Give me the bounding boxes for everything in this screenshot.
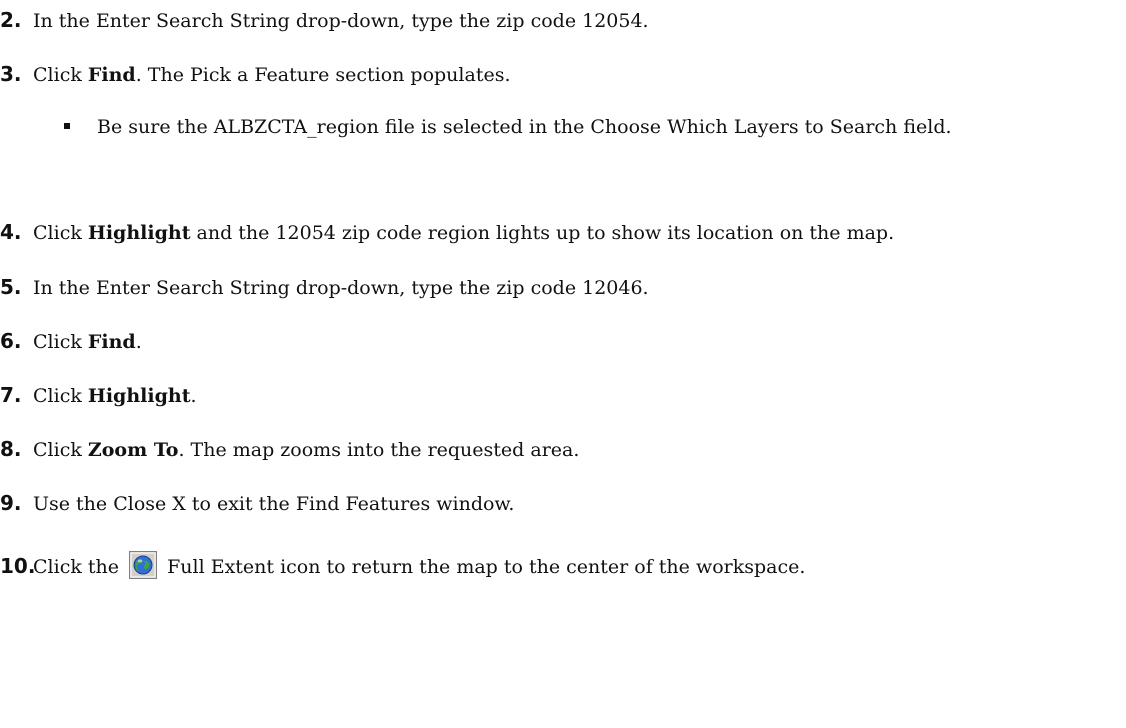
- step-text-pre: Click: [33, 439, 88, 461]
- step-bold-term: Highlight: [87, 385, 191, 407]
- step-text-pre: Click: [33, 64, 88, 86]
- bullet-mark: [64, 123, 70, 129]
- step-text-pre: Click the: [33, 556, 126, 578]
- instruction-page: 2. In the Enter Search String drop-down, …: [0, 0, 1126, 728]
- step-9: 9. Use the Close X to exit the Find Featu…: [0, 490, 1100, 517]
- step-2: 2. In the Enter Search String drop-down, …: [0, 7, 1100, 34]
- step-number: 6.: [0, 329, 22, 353]
- step-text-post: .: [135, 331, 142, 353]
- step-text-post: .: [190, 385, 197, 407]
- step-number: 9.: [0, 491, 22, 515]
- step-number: 5.: [0, 275, 22, 299]
- step-text-post: . The Pick a Feature section populates.: [135, 64, 511, 86]
- step-number: 4.: [0, 220, 22, 244]
- step-text-pre: Click: [33, 222, 88, 244]
- step-text-pre: Click: [33, 331, 88, 353]
- step-text-pre: Click: [33, 385, 88, 407]
- bullet-text: Be sure the ALBZCTA_region file is selec…: [97, 116, 952, 138]
- step-7: 7. Click Highlight.: [0, 382, 1100, 409]
- step-number: 2.: [0, 8, 22, 32]
- step-10: 10.Click the Full Extent icon to return …: [0, 551, 1100, 580]
- step-text-post: Full Extent icon to return the map to th…: [161, 556, 806, 578]
- step-text: In the Enter Search String drop-down, ty…: [33, 10, 649, 32]
- step-5: 5. In the Enter Search String drop-down, …: [0, 274, 1100, 301]
- step-bold-term: Find: [87, 331, 136, 353]
- step-3: 3. Click Find. The Pick a Feature section…: [0, 61, 1100, 88]
- full-extent-globe-icon: [129, 551, 158, 579]
- step-bold-term: Zoom To: [87, 439, 179, 461]
- step-bold-term: Find: [87, 64, 136, 86]
- step-number: 7.: [0, 383, 22, 407]
- step-4: 4. Click Highlight and the 12054 zip code…: [0, 219, 1100, 246]
- step-text: Use the Close X to exit the Find Feature…: [33, 493, 515, 515]
- bullet-note: Be sure the ALBZCTA_region file is selec…: [64, 112, 1094, 142]
- step-bold-term: Highlight: [87, 222, 191, 244]
- step-text-post: and the 12054 zip code region lights up …: [190, 222, 895, 244]
- step-number: 10.: [0, 554, 36, 578]
- step-8: 8. Click Zoom To. The map zooms into the …: [0, 436, 1100, 463]
- step-text-post: . The map zooms into the requested area.: [178, 439, 580, 461]
- step-number: 8.: [0, 437, 22, 461]
- step-number: 3.: [0, 62, 22, 86]
- step-6: 6. Click Find.: [0, 328, 1100, 355]
- step-text: In the Enter Search String drop-down, ty…: [33, 277, 649, 299]
